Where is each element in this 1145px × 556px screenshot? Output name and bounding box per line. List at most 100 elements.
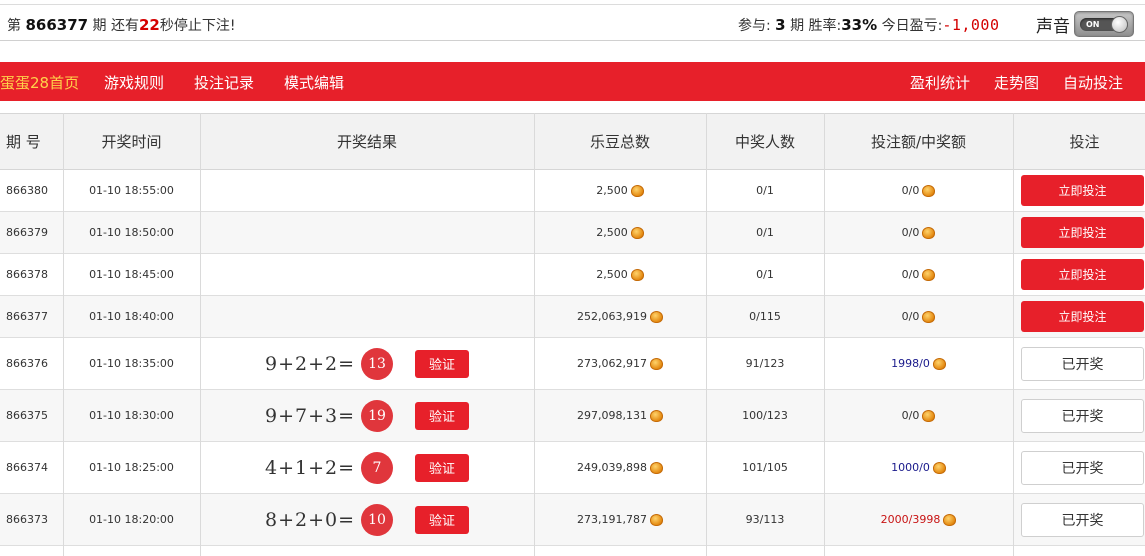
column-divider [824, 113, 825, 556]
result-cell [200, 170, 534, 211]
bet-amount-cell: 1998/0 [824, 338, 1013, 389]
result-sum-ball: 10 [361, 503, 394, 536]
issue-number-cell: 866376 [6, 357, 48, 370]
stats-summary: 参与: 3 期 胜率:33% 今日盈亏:-1,000 [738, 15, 1000, 35]
today-profit-label: 今日盈亏: [881, 18, 943, 34]
lebean-coin-icon [630, 184, 644, 197]
status-bar: 第 866377 期 还有22秒停止下注! 参与: 3 期 胜率:33% 今日盈… [0, 4, 1145, 41]
bet-win-amount: 1000/0 [891, 461, 930, 474]
bet-win-amount: 0/0 [901, 226, 920, 239]
participate-unit: 期 [790, 18, 805, 34]
header-draw-time: 开奖时间 [101, 133, 162, 151]
header-result: 开奖结果 [336, 133, 397, 151]
lebean-coin-icon [649, 310, 663, 323]
bet-action-cell: 已开奖 [1013, 390, 1145, 441]
nav-rules[interactable]: 游戏规则 [104, 72, 164, 93]
lebean-coin-icon [922, 184, 936, 197]
issue-number-cell: 866374 [6, 461, 48, 474]
bet-amount-cell: 0/0 [824, 170, 1013, 211]
total-beans-value: 273,191,787 [577, 513, 647, 526]
result-cell: 8+2+0= 10 验证 [200, 494, 534, 545]
column-divider [63, 113, 64, 556]
bet-action-cell: 立即投注 [1013, 296, 1145, 337]
result-formula: 8+2+0= [264, 508, 356, 531]
draw-result: 9+7+3= 19 验证 [265, 399, 470, 432]
draw-time-cell: 01-10 18:30:00 [89, 409, 174, 422]
total-beans-cell: 2,500 [534, 254, 706, 295]
lebean-coin-icon [932, 461, 946, 474]
nav-auto-bet[interactable]: 自动投注 [1063, 72, 1123, 93]
issue-number-cell: 866379 [6, 226, 48, 239]
table-row: 866376 01-10 18:35:00 9+2+2= 13 验证 273,062,91… [0, 338, 1145, 390]
toggle-knob [1111, 16, 1128, 33]
header-issue: 期 号 [6, 133, 41, 151]
nav-trend-chart[interactable]: 走势图 [994, 72, 1039, 93]
participate-count: 3 [775, 16, 786, 34]
winners-cell: 91/123 [745, 357, 785, 370]
drawn-status-button: 已开奖 [1021, 346, 1144, 381]
bet-amount-cell: 0/0 [824, 254, 1013, 295]
draw-time-cell: 01-10 18:55:00 [89, 184, 174, 197]
total-beans-value: 297,098,131 [577, 409, 647, 422]
bet-action-cell: 立即投注 [1013, 212, 1145, 253]
winners-cell: 93/113 [745, 513, 785, 526]
lebean-coin-icon [649, 461, 663, 474]
sound-control: 声音 ON [1036, 11, 1134, 37]
bet-now-button[interactable]: 立即投注 [1021, 301, 1144, 332]
table-header: 期 号 开奖时间 开奖结果 乐豆总数 中奖人数 投注额/中奖额 投注 [0, 113, 1145, 170]
verify-button[interactable]: 验证 [415, 505, 470, 534]
issue-number-cell: 866380 [6, 184, 48, 197]
bet-action-cell: 已开奖 [1013, 338, 1145, 389]
bet-win-amount: 0/0 [901, 268, 920, 281]
total-beans-cell: 252,063,919 [534, 296, 706, 337]
issue-number: 866377 [25, 16, 89, 34]
nav-mode-edit[interactable]: 模式编辑 [284, 72, 344, 93]
lebean-coin-icon [943, 513, 957, 526]
lebean-coin-icon [630, 226, 644, 239]
countdown-seconds: 22 [138, 16, 160, 34]
nav-bet-records[interactable]: 投注记录 [194, 72, 254, 93]
column-divider [706, 113, 707, 556]
result-cell: 9+7+3= 19 验证 [200, 390, 534, 441]
verify-button[interactable]: 验证 [415, 453, 470, 482]
nav-profit-stats[interactable]: 盈利统计 [910, 72, 970, 93]
lebean-coin-icon [649, 513, 663, 526]
bet-win-amount: 0/0 [901, 184, 920, 197]
bet-now-button[interactable]: 立即投注 [1021, 175, 1144, 206]
issue-countdown: 第 866377 期 还有22秒停止下注! [7, 15, 235, 35]
bet-win-amount: 0/0 [901, 409, 920, 422]
total-beans-value: 252,063,919 [577, 310, 647, 323]
draw-time-cell: 01-10 18:50:00 [89, 226, 174, 239]
nav-home[interactable]: 蛋蛋28首页 [0, 72, 79, 93]
bet-now-button[interactable]: 立即投注 [1021, 217, 1144, 248]
table-row: 866374 01-10 18:25:00 4+1+2= 7 验证 249,039,898… [0, 442, 1145, 494]
bet-win-amount: 2000/3998 [880, 513, 941, 526]
total-beans-cell: 273,062,917 [534, 338, 706, 389]
bet-action-cell: 立即投注 [1013, 170, 1145, 211]
countdown-prefix: 还有 [110, 18, 139, 34]
winrate-value: 33% [841, 16, 878, 34]
bet-now-button[interactable]: 立即投注 [1021, 259, 1144, 290]
draw-time-cell: 01-10 18:25:00 [89, 461, 174, 474]
drawn-status-button: 已开奖 [1021, 398, 1144, 433]
bet-amount-cell: 0/0 [824, 390, 1013, 441]
bet-action-cell: 立即投注 [1013, 254, 1145, 295]
draw-time-cell: 01-10 18:20:00 [89, 513, 174, 526]
result-sum-ball: 7 [361, 451, 394, 484]
drawn-status-button: 已开奖 [1021, 450, 1144, 485]
main-nav: 蛋蛋28首页 游戏规则 投注记录 模式编辑 盈利统计 走势图 自动投注 [0, 62, 1145, 101]
draw-result: 9+2+2= 13 验证 [264, 347, 470, 380]
bet-amount-cell: 0/0 [824, 212, 1013, 253]
result-sum-ball: 19 [361, 399, 394, 432]
bet-action-cell: 已开奖 [1013, 494, 1145, 545]
column-divider [534, 113, 535, 556]
lebean-coin-icon [630, 268, 644, 281]
sound-toggle[interactable]: ON [1074, 11, 1134, 37]
header-winners: 中奖人数 [734, 133, 795, 151]
total-beans-cell: 2,500 [534, 212, 706, 253]
result-sum-ball: 13 [361, 347, 394, 380]
winners-cell: 100/123 [742, 409, 788, 422]
verify-button[interactable]: 验证 [415, 349, 470, 378]
result-formula: 9+2+2= [264, 352, 356, 375]
verify-button[interactable]: 验证 [415, 401, 470, 430]
